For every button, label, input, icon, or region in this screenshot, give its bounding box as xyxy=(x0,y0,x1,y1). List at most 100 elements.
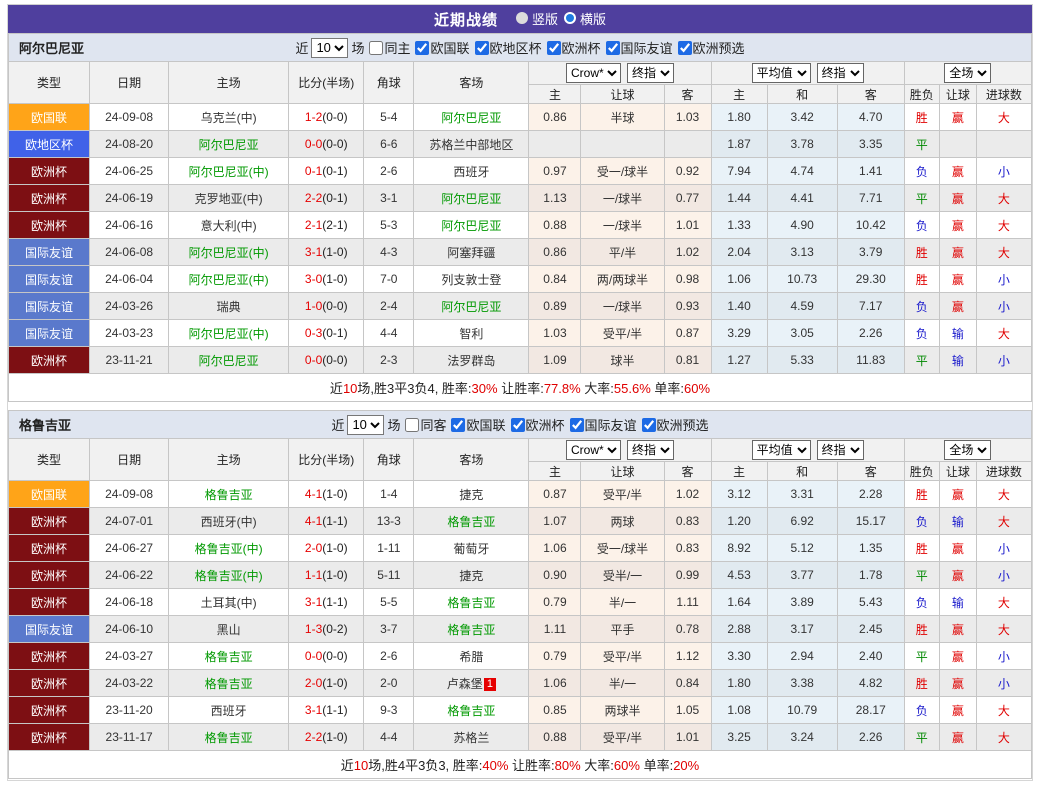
goals-cell: 小 xyxy=(976,347,1031,374)
corner-cell: 2-3 xyxy=(364,347,414,374)
goals-cell: 小 xyxy=(976,562,1031,589)
period-select[interactable]: 全场 xyxy=(944,63,991,83)
league-checkbox[interactable] xyxy=(475,41,489,55)
result-cell: 胜 xyxy=(904,239,939,266)
league-badge: 欧洲杯 xyxy=(9,589,90,616)
league-filter-国际友谊[interactable]: 国际友谊 xyxy=(601,38,673,57)
summary-text: 近 xyxy=(341,758,354,773)
league-checkbox[interactable] xyxy=(415,41,429,55)
corner-cell: 3-1 xyxy=(364,185,414,212)
league-checkbox[interactable] xyxy=(678,41,692,55)
odds-away: 0.83 xyxy=(664,508,711,535)
league-filter-欧洲预选[interactable]: 欧洲预选 xyxy=(637,415,709,434)
avg-away: 28.17 xyxy=(837,697,904,724)
games-count-select[interactable]: 10 xyxy=(311,38,348,58)
home-team: 阿尔巴尼亚 xyxy=(169,131,289,158)
home-team: 阿尔巴尼亚(中) xyxy=(169,320,289,347)
avg-stage-select[interactable]: 终指 xyxy=(817,63,864,83)
league-filter-欧国联[interactable]: 欧国联 xyxy=(446,415,505,434)
fulltime-score: 1-1 xyxy=(305,568,322,582)
league-badge: 欧洲杯 xyxy=(9,697,90,724)
result-cell: 平 xyxy=(904,347,939,374)
away-team: 格鲁吉亚 xyxy=(414,697,529,724)
avg-home: 3.30 xyxy=(711,643,767,670)
fulltime-score: 3-0 xyxy=(305,272,322,286)
halftime-score: (1-0) xyxy=(322,730,347,744)
team-name: 阿尔巴尼亚 xyxy=(19,38,84,57)
odds-away: 1.11 xyxy=(664,589,711,616)
summary-text: 大率: xyxy=(581,758,614,773)
avg-stage-select[interactable]: 终指 xyxy=(817,440,864,460)
league-filter-欧洲杯[interactable]: 欧洲杯 xyxy=(542,38,601,57)
halftime-score: (1-0) xyxy=(322,568,347,582)
league-checkbox[interactable] xyxy=(451,418,465,432)
match-row: 欧洲杯24-06-22格鲁吉亚(中)1-1(1-0)5-11捷克0.90受半/一… xyxy=(9,562,1032,589)
corner-cell: 4-4 xyxy=(364,320,414,347)
score-cell: 0-0(0-0) xyxy=(289,131,364,158)
radio-icon xyxy=(564,12,576,24)
avg-home: 1.27 xyxy=(711,347,767,374)
period-select[interactable]: 全场 xyxy=(944,440,991,460)
col-header-比分(半场): 比分(半场) xyxy=(289,62,364,104)
goals-cell: 小 xyxy=(976,158,1031,185)
sub-header-让球: 让球 xyxy=(939,85,976,104)
col-header-类型: 类型 xyxy=(9,62,90,104)
result-cell: 胜 xyxy=(904,535,939,562)
odds-home: 1.13 xyxy=(529,185,581,212)
avg-away: 2.28 xyxy=(837,481,904,508)
date-cell: 23-11-17 xyxy=(90,724,169,751)
league-label: 欧洲杯 xyxy=(562,38,601,57)
league-filter-欧洲杯[interactable]: 欧洲杯 xyxy=(506,415,565,434)
league-filter-国际友谊[interactable]: 国际友谊 xyxy=(565,415,637,434)
average-select[interactable]: 平均值 xyxy=(752,440,811,460)
odds-home: 0.87 xyxy=(529,481,581,508)
away-team: 阿尔巴尼亚 xyxy=(414,104,529,131)
bookmaker-select[interactable]: Crow* xyxy=(566,63,621,83)
goals-cell: 大 xyxy=(976,320,1031,347)
league-checkbox[interactable] xyxy=(570,418,584,432)
league-checkbox[interactable] xyxy=(642,418,656,432)
col-header-日期: 日期 xyxy=(90,439,169,481)
league-label: 欧国联 xyxy=(430,38,469,57)
odds-home xyxy=(529,131,581,158)
league-filter-欧洲预选[interactable]: 欧洲预选 xyxy=(673,38,745,57)
odds-stage-select[interactable]: 终指 xyxy=(627,63,674,83)
odds-away xyxy=(664,131,711,158)
avg-home: 1.06 xyxy=(711,266,767,293)
summary-text: 55.6% xyxy=(614,381,651,396)
sub-header-和: 和 xyxy=(767,462,837,481)
league-filter-欧地区杯[interactable]: 欧地区杯 xyxy=(470,38,542,57)
avg-home: 1.80 xyxy=(711,104,767,131)
league-filter-欧国联[interactable]: 欧国联 xyxy=(410,38,469,57)
league-badge: 欧洲杯 xyxy=(9,535,90,562)
layout-radio-横版[interactable]: 横版 xyxy=(564,9,606,28)
odds-away: 0.78 xyxy=(664,616,711,643)
sub-header-和: 和 xyxy=(767,85,837,104)
goals-cell: 大 xyxy=(976,104,1031,131)
odds-handicap: 受平/半 xyxy=(581,481,664,508)
league-checkbox[interactable] xyxy=(547,41,561,55)
league-checkbox[interactable] xyxy=(511,418,525,432)
fulltime-score: 2-2 xyxy=(305,191,322,205)
handicap-result-cell: 赢 xyxy=(939,212,976,239)
date-cell: 24-06-27 xyxy=(90,535,169,562)
average-select[interactable]: 平均值 xyxy=(752,63,811,83)
score-cell: 1-2(0-0) xyxy=(289,104,364,131)
same-venue-checkbox[interactable] xyxy=(369,41,383,55)
league-checkbox[interactable] xyxy=(606,41,620,55)
same-venue-checkbox[interactable] xyxy=(405,418,419,432)
same-venue-toggle[interactable]: 同主 xyxy=(364,38,410,57)
summary-text: 单率: xyxy=(640,758,673,773)
result-cell: 负 xyxy=(904,589,939,616)
score-cell: 3-1(1-1) xyxy=(289,697,364,724)
bookmaker-select[interactable]: Crow* xyxy=(566,440,621,460)
handicap-result-cell: 赢 xyxy=(939,562,976,589)
odds-stage-select[interactable]: 终指 xyxy=(627,440,674,460)
away-team: 阿尔巴尼亚 xyxy=(414,185,529,212)
avg-home: 1.20 xyxy=(711,508,767,535)
games-count-select[interactable]: 10 xyxy=(347,415,384,435)
layout-radio-竖版[interactable]: 竖版 xyxy=(516,9,558,28)
away-team: 捷克 xyxy=(414,481,529,508)
result-cell: 平 xyxy=(904,131,939,158)
same-venue-toggle[interactable]: 同客 xyxy=(400,415,446,434)
